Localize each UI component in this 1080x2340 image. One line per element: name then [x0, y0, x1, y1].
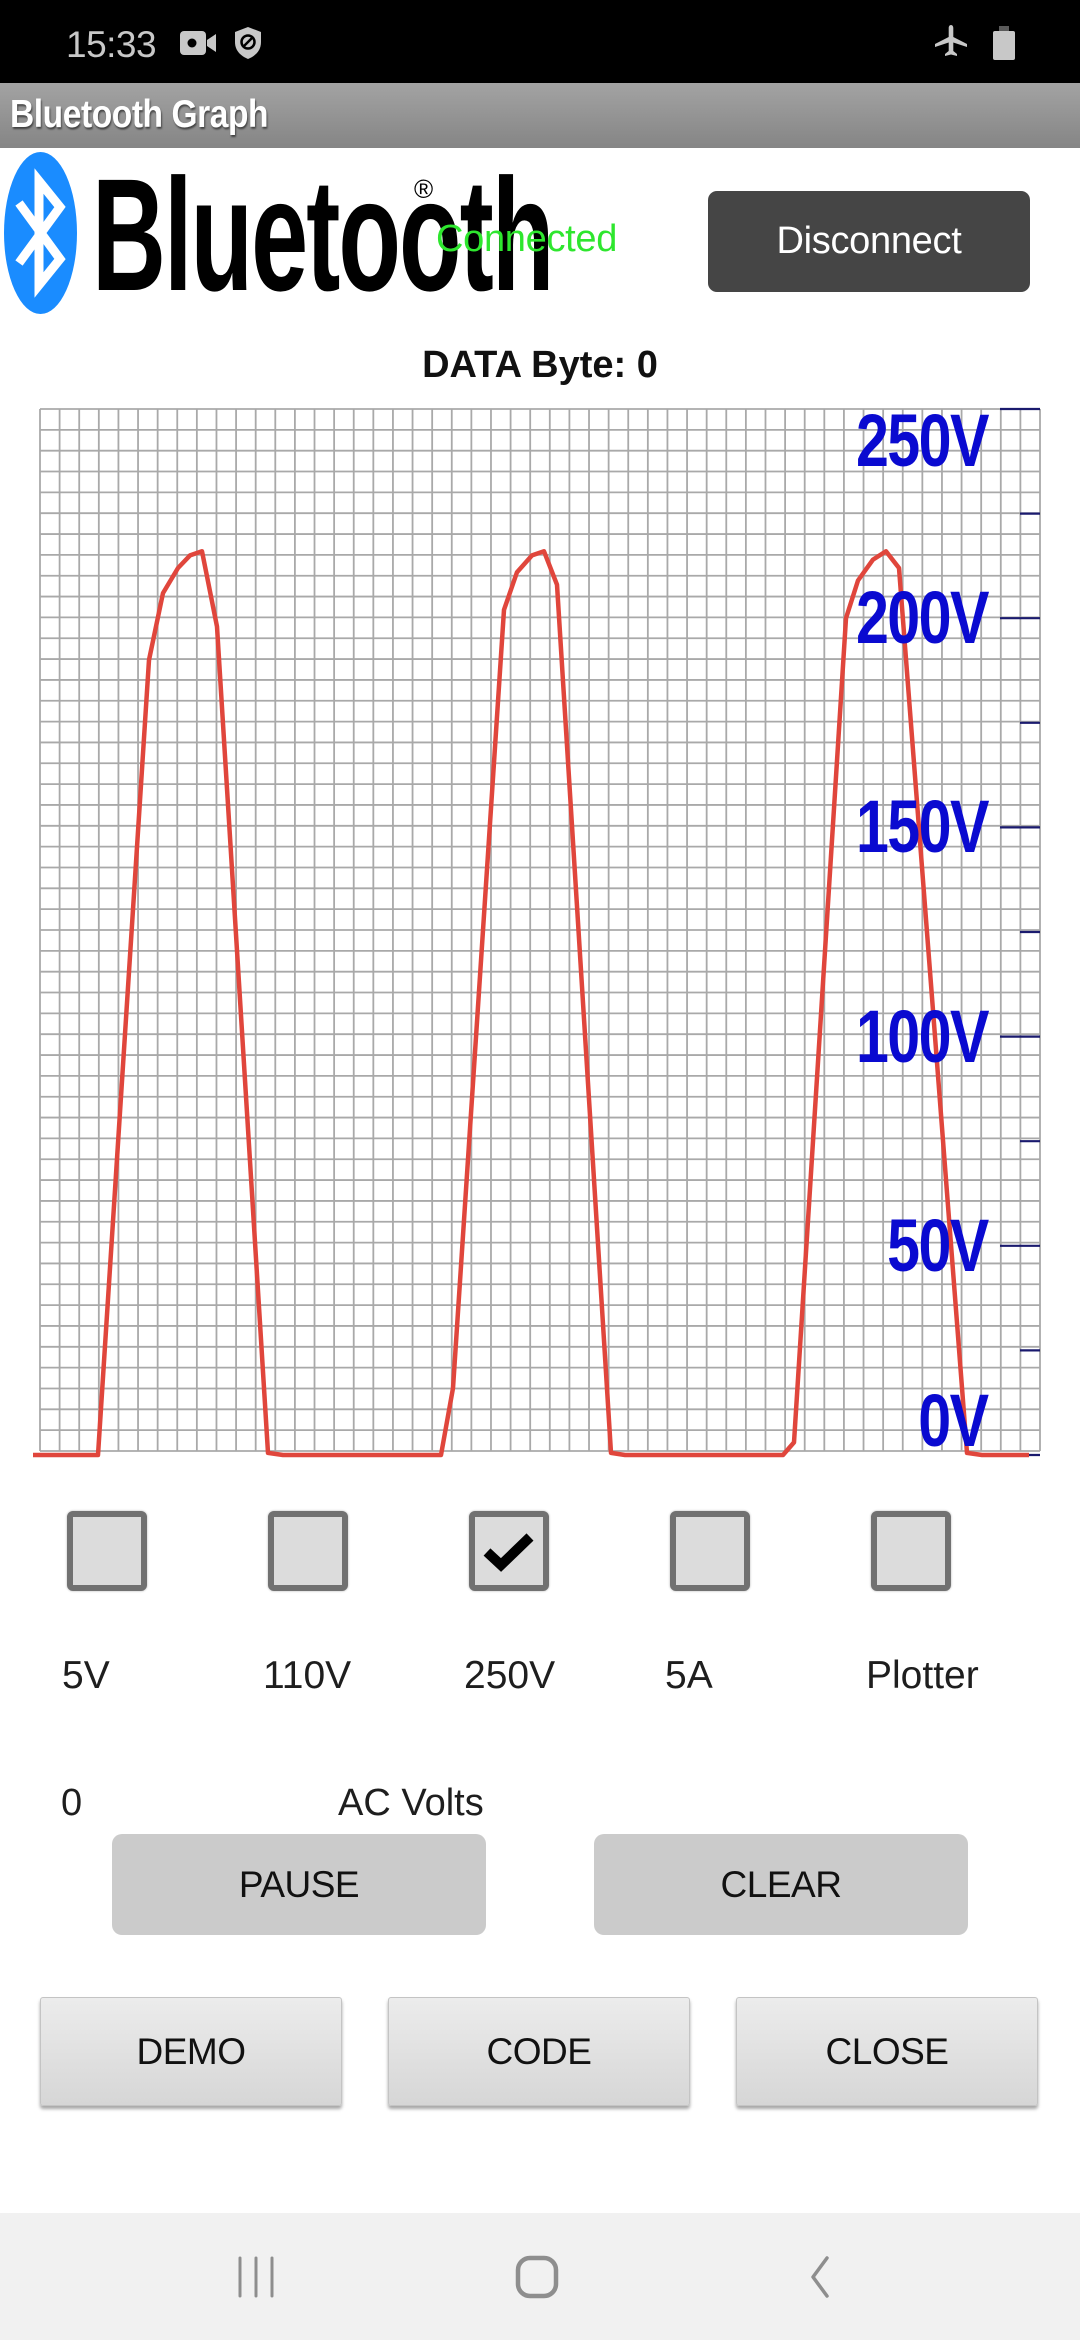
status-bar: 15:33 — [0, 0, 1080, 83]
checkbox-5a[interactable] — [670, 1511, 750, 1591]
checkbox-5v[interactable] — [67, 1511, 147, 1591]
y-label-0v: 0V — [918, 1379, 990, 1462]
pause-button[interactable]: PAUSE — [112, 1834, 486, 1935]
checkbox-label-5a: 5A — [665, 1654, 713, 1697]
grid — [39, 408, 1041, 1452]
checkbox-plotter[interactable] — [871, 1511, 951, 1591]
app-title-bar: Bluetooth Graph — [0, 83, 1080, 148]
app-title: Bluetooth Graph — [10, 93, 269, 136]
reading-value: 0 — [61, 1782, 83, 1824]
system-nav-bar — [0, 2213, 1080, 2340]
y-label-250v: 250V — [856, 399, 989, 482]
home-icon — [515, 2255, 559, 2298]
graph-canvas — [33, 407, 1041, 1458]
voltage-graph: 250V 200V 150V 100V 50V 0V — [0, 390, 1080, 1480]
shield-block-icon — [233, 26, 263, 60]
y-label-100v: 100V — [856, 994, 989, 1078]
recent-apps-icon — [238, 2256, 274, 2297]
home-button[interactable] — [457, 2213, 617, 2340]
demo-button[interactable]: DEMO — [40, 1997, 342, 2106]
status-time: 15:33 — [66, 24, 157, 65]
back-icon — [811, 2255, 829, 2298]
battery-icon — [992, 26, 1016, 60]
checkbox-110v[interactable] — [268, 1511, 348, 1591]
checkbox-label-250v: 250V — [464, 1654, 556, 1697]
connection-status: Connected — [436, 218, 618, 260]
disconnect-button[interactable]: Disconnect — [708, 191, 1030, 292]
registered-mark: ® — [414, 174, 434, 204]
bluetooth-logo-icon — [3, 151, 78, 315]
data-byte-label: DATA Byte: 0 — [422, 344, 658, 386]
checkbox-250v[interactable] — [469, 1511, 549, 1591]
checkbox-label-5v: 5V — [62, 1654, 110, 1697]
back-button[interactable] — [740, 2213, 900, 2340]
y-label-200v: 200V — [856, 576, 989, 660]
checkmark-icon — [483, 1533, 534, 1572]
checkbox-label-plotter: Plotter — [866, 1654, 979, 1697]
y-label-150v: 150V — [856, 785, 989, 869]
recent-apps-button[interactable] — [176, 2213, 336, 2340]
checkbox-label-110v: 110V — [263, 1654, 352, 1697]
video-camera-icon — [180, 30, 218, 56]
reading-unit: AC Volts — [338, 1782, 484, 1824]
airplane-mode-icon — [934, 24, 968, 58]
y-label-50v: 50V — [887, 1203, 989, 1287]
code-button[interactable]: CODE — [388, 1997, 690, 2106]
close-button[interactable]: CLOSE — [736, 1997, 1038, 2106]
clear-button[interactable]: CLEAR — [594, 1834, 968, 1935]
